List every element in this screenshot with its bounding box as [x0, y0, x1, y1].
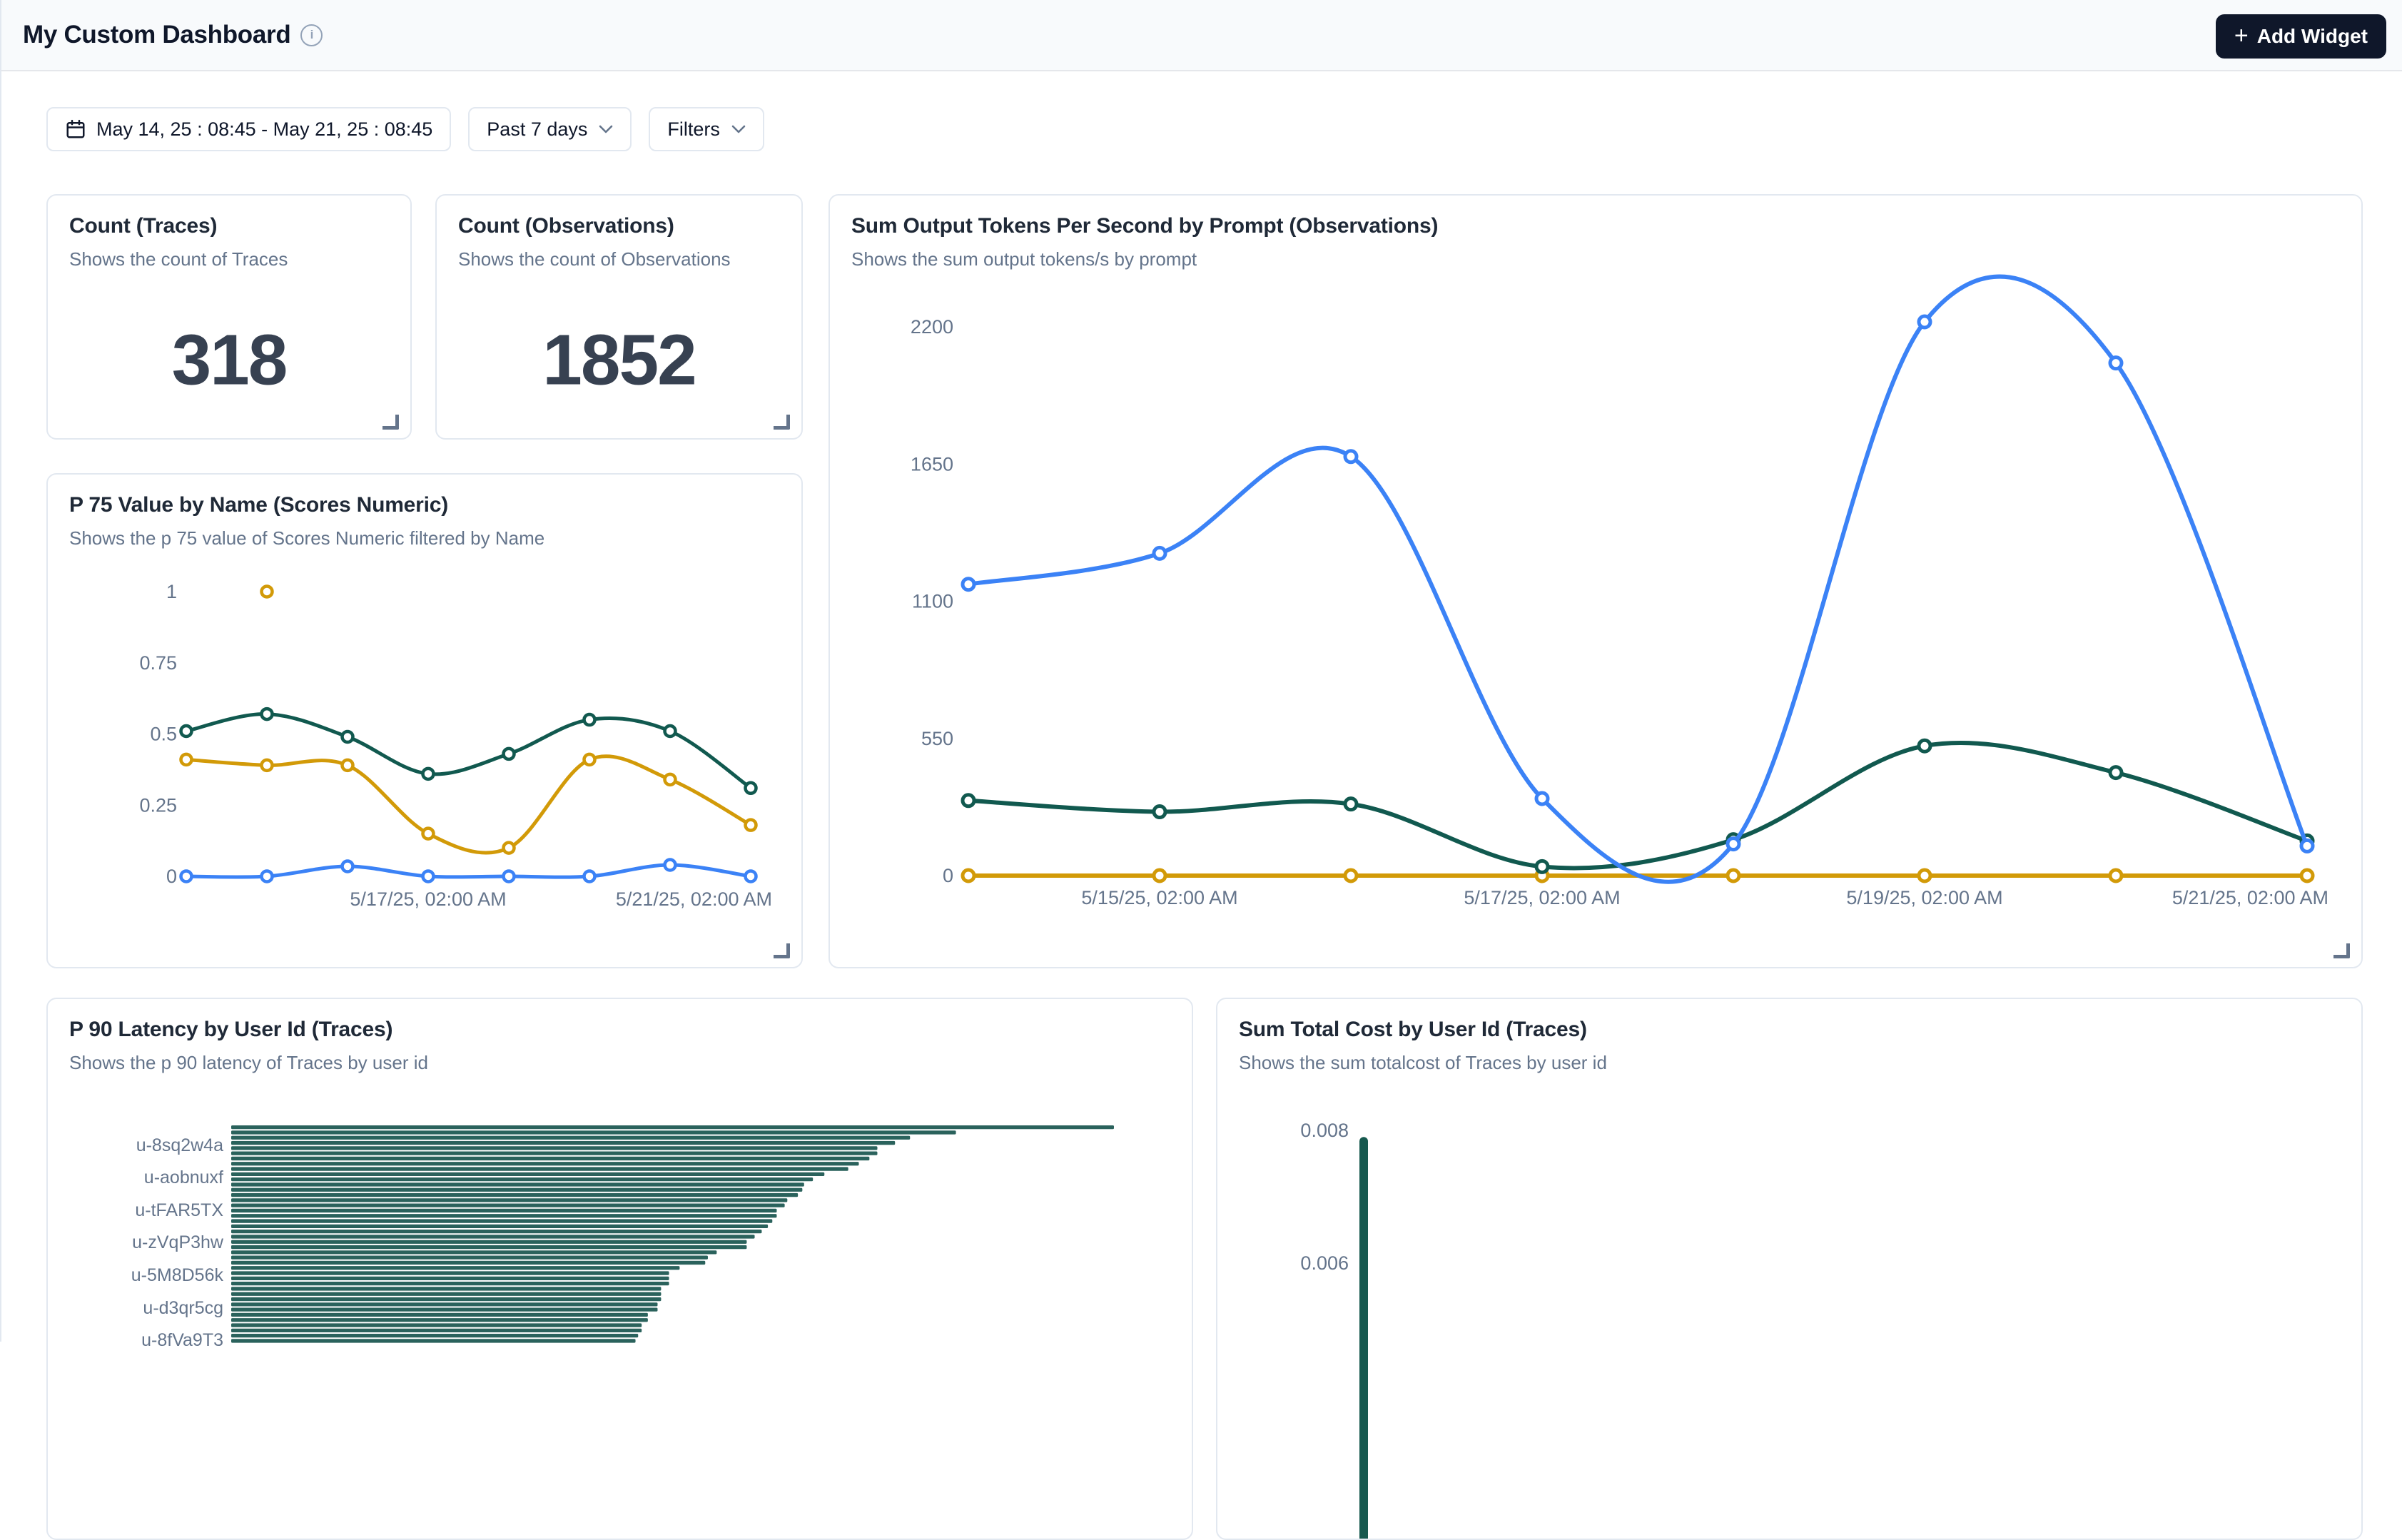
svg-text:u-5M8D56k: u-5M8D56k: [131, 1265, 224, 1285]
widget-tokens-by-prompt: 0 550 1100 1650 2200 5/15/25, 02:00 AM 5/17/25…: [828, 194, 2363, 968]
resize-handle-icon[interactable]: [382, 415, 399, 430]
info-icon[interactable]: i: [300, 24, 323, 46]
plus-icon: +: [2234, 24, 2249, 48]
svg-text:u-8sq2w4a: u-8sq2w4a: [136, 1135, 223, 1155]
resize-handle-icon[interactable]: [774, 415, 790, 430]
top-header-bar: My Custom Dashboard i + Add Widget: [1, 0, 2402, 71]
widget-subtitle: Shows the p 75 value of Scores Numeric f…: [69, 527, 544, 549]
svg-text:550: 550: [921, 728, 953, 749]
widget-subtitle: Shows the sum totalcost of Traces by use…: [1239, 1052, 1607, 1074]
svg-text:u-d3qr5cg: u-d3qr5cg: [143, 1298, 223, 1318]
widget-total-cost: 0.008 0.006 Sum Total Cost by User Id (Tr…: [1216, 998, 2363, 1540]
svg-text:0.5: 0.5: [150, 724, 177, 745]
time-preset-label: Past 7 days: [487, 118, 587, 141]
widget-count-observations: Count (Observations) Shows the count of …: [435, 194, 803, 440]
svg-text:u-aobnuxf: u-aobnuxf: [144, 1167, 223, 1187]
dashboard-page: { "header": { "title": "My Custom Dashbo…: [0, 0, 2402, 1342]
page-title: My Custom Dashboard: [23, 21, 290, 49]
resize-handle-icon[interactable]: [2333, 943, 2350, 958]
widget-title: Sum Total Cost by User Id (Traces): [1239, 1018, 1587, 1042]
widget-count-traces: Count (Traces) Shows the count of Traces…: [46, 194, 412, 440]
widget-p90-latency: u-8sq2w4a u-aobnuxf u-tFAR5TX u-zVqP3hw u-5M…: [46, 998, 1193, 1540]
widget-subtitle: Shows the count of Observations: [458, 248, 731, 270]
svg-text:1: 1: [166, 581, 177, 602]
calendar-icon: [65, 118, 86, 140]
widget-title: Sum Output Tokens Per Second by Prompt (…: [851, 214, 1438, 238]
widget-title: Count (Observations): [458, 214, 674, 238]
total-cost-bar-chart: 0.008 0.006: [1217, 999, 2361, 1539]
time-preset-select[interactable]: Past 7 days: [468, 107, 632, 151]
svg-text:2200: 2200: [911, 316, 953, 338]
date-range-label: May 14, 25 : 08:45 - May 21, 25 : 08:45: [96, 118, 432, 141]
widget-title: Count (Traces): [69, 214, 217, 238]
svg-text:5/15/25, 02:00 AM: 5/15/25, 02:00 AM: [1081, 887, 1237, 908]
svg-text:0: 0: [166, 866, 177, 887]
resize-handle-icon[interactable]: [774, 943, 790, 958]
svg-text:u-zVqP3hw: u-zVqP3hw: [132, 1232, 224, 1252]
count-value: 318: [48, 320, 410, 402]
chevron-down-icon: [731, 125, 746, 133]
chevron-down-icon: [599, 125, 613, 133]
widget-subtitle: Shows the count of Traces: [69, 248, 288, 270]
svg-text:5/21/25, 02:00 AM: 5/21/25, 02:00 AM: [616, 888, 772, 910]
svg-text:u-tFAR5TX: u-tFAR5TX: [135, 1200, 223, 1220]
svg-text:0.008: 0.008: [1300, 1120, 1349, 1141]
svg-text:5/21/25, 02:00 AM: 5/21/25, 02:00 AM: [2172, 887, 2328, 908]
tokens-line-chart: 0 550 1100 1650 2200 5/15/25, 02:00 AM 5/17/25…: [830, 196, 2361, 967]
svg-text:5/17/25, 02:00 AM: 5/17/25, 02:00 AM: [350, 888, 506, 910]
date-range-button[interactable]: May 14, 25 : 08:45 - May 21, 25 : 08:45: [46, 107, 451, 151]
svg-text:5/17/25, 02:00 AM: 5/17/25, 02:00 AM: [1464, 887, 1620, 908]
svg-text:0.006: 0.006: [1300, 1252, 1349, 1274]
filters-button[interactable]: Filters: [649, 107, 764, 151]
filter-toolbar: May 14, 25 : 08:45 - May 21, 25 : 08:45 …: [46, 107, 764, 151]
widget-p75-by-name: 0 0.25 0.5 0.75 1 5/17/25, 02:00 AM 5/21/25, 0…: [46, 473, 803, 968]
p90-latency-bar-chart: u-8sq2w4a u-aobnuxf u-tFAR5TX u-zVqP3hw u-5M…: [48, 999, 1192, 1539]
svg-text:0.25: 0.25: [139, 794, 177, 816]
add-widget-label: Add Widget: [2257, 25, 2368, 48]
add-widget-button[interactable]: + Add Widget: [2216, 14, 2386, 59]
svg-text:5/19/25, 02:00 AM: 5/19/25, 02:00 AM: [1846, 887, 2002, 908]
svg-text:1650: 1650: [911, 453, 953, 475]
svg-text:u-8fVa9T3: u-8fVa9T3: [141, 1330, 223, 1350]
count-value: 1852: [437, 320, 801, 402]
widget-subtitle: Shows the p 90 latency of Traces by user…: [69, 1052, 428, 1074]
svg-text:0: 0: [943, 865, 953, 886]
widget-subtitle: Shows the sum output tokens/s by prompt: [851, 248, 1197, 270]
svg-text:1100: 1100: [912, 591, 953, 612]
widget-title: P 75 Value by Name (Scores Numeric): [69, 493, 448, 517]
filters-label: Filters: [667, 118, 720, 141]
widget-title: P 90 Latency by User Id (Traces): [69, 1018, 392, 1042]
svg-text:0.75: 0.75: [139, 652, 177, 674]
